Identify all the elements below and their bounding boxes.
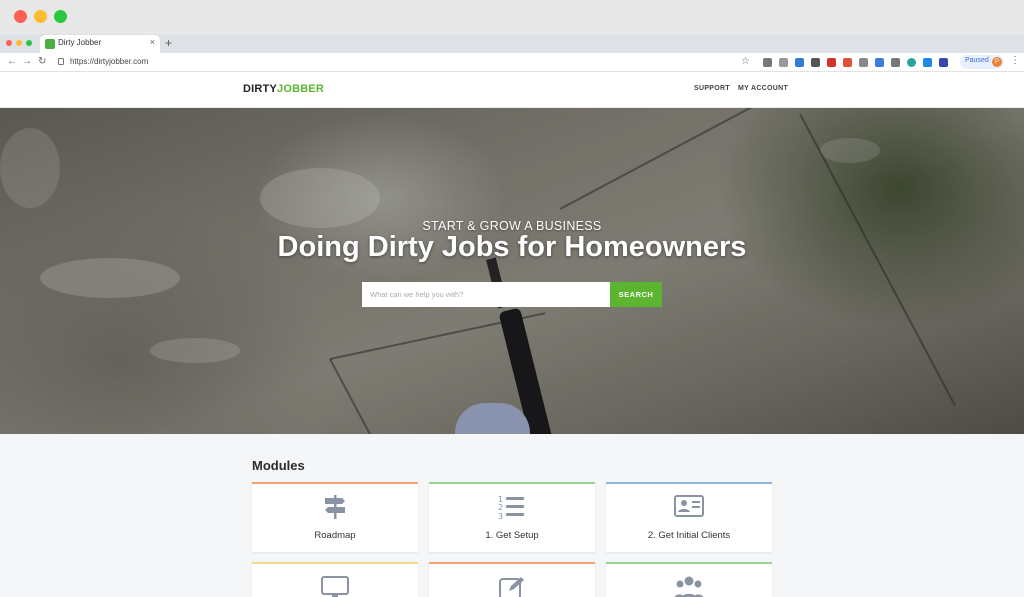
module-card[interactable] — [429, 562, 595, 597]
monitor-icon — [252, 576, 418, 597]
hero-banner: START & GROW A BUSINESS Doing Dirty Jobs… — [0, 108, 1024, 434]
module-card[interactable] — [606, 562, 772, 597]
search-input[interactable] — [362, 282, 610, 307]
extension-icon[interactable] — [907, 58, 916, 67]
nav-link-support[interactable]: SUPPORT — [694, 85, 730, 92]
window-maximize-button[interactable] — [54, 10, 67, 23]
back-arrow-icon[interactable]: ← — [7, 55, 17, 69]
svg-text:2: 2 — [498, 503, 503, 512]
extension-icon[interactable] — [763, 58, 772, 67]
module-card[interactable] — [252, 562, 418, 597]
address-bar[interactable]: https://dirtyjobber.com — [52, 55, 757, 70]
avatar: P — [992, 57, 1002, 67]
extension-icon[interactable] — [811, 58, 820, 67]
search-button[interactable]: SEARCH — [610, 282, 662, 307]
url-text[interactable]: https://dirtyjobber.com — [70, 57, 148, 66]
module-card-label: Roadmap — [314, 530, 356, 541]
profile-button[interactable]: Paused P — [960, 55, 1004, 69]
reload-icon[interactable]: ↻ — [38, 55, 46, 69]
window-minimize-button[interactable] — [34, 10, 47, 23]
extension-icon[interactable] — [923, 58, 932, 67]
browser-toolbar: ← → ↻ https://dirtyjobber.com ☆ Paused P… — [0, 53, 1024, 72]
forward-arrow-icon[interactable]: → — [22, 55, 32, 69]
extension-icon[interactable] — [843, 58, 852, 67]
logo-text-accent: JOBBER — [277, 83, 325, 95]
contact-card-icon — [606, 494, 772, 523]
site-header: DIRTYJOBBER SUPPORT MY ACCOUNT — [0, 72, 1024, 108]
extension-icon[interactable] — [875, 58, 884, 67]
logo-text-primary: DIRTY — [243, 83, 277, 95]
extension-icon[interactable] — [795, 58, 804, 67]
nav-link-my-account[interactable]: MY ACCOUNT — [738, 85, 788, 92]
module-card-label: 2. Get Initial Clients — [647, 530, 731, 541]
signpost-icon — [252, 494, 418, 525]
star-icon[interactable]: ☆ — [741, 55, 750, 69]
browser-tab[interactable]: Dirty Jobber × — [40, 35, 160, 53]
modules-heading: Modules — [252, 458, 305, 473]
favicon-icon — [45, 39, 55, 49]
new-tab-button[interactable]: + — [165, 36, 172, 50]
module-card-roadmap[interactable]: Roadmap — [252, 482, 418, 552]
module-card-get-setup[interactable]: 123 1. Get Setup — [429, 482, 595, 552]
extension-icon[interactable] — [859, 58, 868, 67]
extension-icon[interactable] — [939, 58, 948, 67]
window-titlebar — [0, 0, 1024, 34]
hero-title: Doing Dirty Jobs for Homeowners — [277, 231, 747, 263]
extension-icon[interactable] — [827, 58, 836, 67]
inner-maximize-dot[interactable] — [26, 40, 32, 46]
module-card-get-initial-clients[interactable]: 2. Get Initial Clients — [606, 482, 772, 552]
site-logo[interactable]: DIRTYJOBBER — [243, 83, 324, 95]
numbered-list-icon: 123 — [429, 494, 595, 525]
edit-icon — [429, 576, 595, 597]
tab-close-icon[interactable]: × — [150, 37, 155, 47]
svg-text:3: 3 — [498, 512, 503, 520]
inner-close-dot[interactable] — [6, 40, 12, 46]
profile-status: Paused — [965, 57, 989, 64]
lock-icon — [58, 58, 64, 65]
module-card-label: 1. Get Setup — [485, 530, 539, 541]
group-icon — [606, 575, 772, 597]
modules-section: Modules Roadmap 123 1. Get Setup 2. Get … — [0, 434, 1024, 597]
extension-icon[interactable] — [779, 58, 788, 67]
tab-title: Dirty Jobber — [58, 38, 102, 47]
menu-icon[interactable]: ⋮ — [1010, 54, 1020, 68]
browser-tab-strip: Dirty Jobber × + — [0, 34, 1024, 53]
inner-minimize-dot[interactable] — [16, 40, 22, 46]
window-close-button[interactable] — [14, 10, 27, 23]
extension-icon[interactable] — [891, 58, 900, 67]
